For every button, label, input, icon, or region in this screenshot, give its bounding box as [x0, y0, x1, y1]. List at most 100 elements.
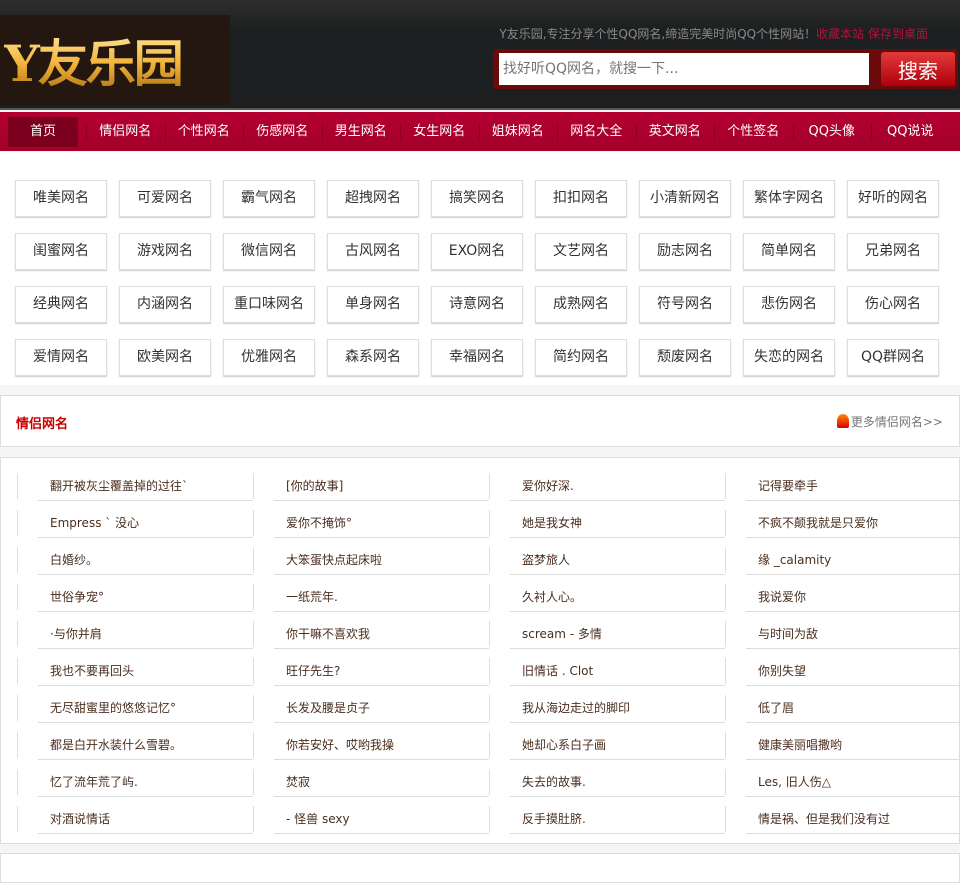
tag-link[interactable]: 重口味网名 [223, 286, 315, 323]
nickname-link[interactable]: 我也不要再回头 [50, 658, 134, 684]
nickname-link[interactable]: 长发及腰是贞子 [286, 695, 370, 721]
nickname-link[interactable]: scream - 多情 [522, 621, 602, 647]
tag-link[interactable]: 搞笑网名 [431, 180, 523, 217]
search-button[interactable]: 搜索 [881, 52, 955, 86]
tag-link[interactable]: 可爱网名 [119, 180, 211, 217]
tag-link[interactable]: 爱情网名 [15, 339, 107, 376]
nav-item[interactable]: 个性网名 [164, 117, 244, 147]
tag-link[interactable]: 文艺网名 [535, 233, 627, 270]
tag-link[interactable]: 扣扣网名 [535, 180, 627, 217]
nav-item[interactable]: 首页 [8, 116, 78, 147]
nickname-link[interactable]: 爱你不掩饰° [286, 510, 352, 536]
list-item: 健康美丽唱撒哟 [725, 732, 960, 760]
nickname-link[interactable]: Les, 旧人伤△ [758, 769, 831, 795]
nav-item[interactable]: 网名大全 [557, 117, 636, 147]
tag-link[interactable]: 繁体字网名 [743, 180, 835, 217]
tag-link[interactable]: 古风网名 [327, 233, 419, 270]
nav-item[interactable]: 男生网名 [321, 117, 401, 147]
nav-item[interactable]: 姐妹网名 [478, 117, 558, 147]
tag-link[interactable]: 好听的网名 [847, 180, 939, 217]
nickname-link[interactable]: 无尽甜蜜里的悠悠记忆° [50, 695, 176, 721]
tag-link[interactable]: 微信网名 [223, 233, 315, 270]
nickname-link[interactable]: 我从海边走过的脚印 [522, 695, 630, 721]
nickname-link[interactable]: 旺仔先生? [286, 658, 340, 684]
search-input[interactable] [499, 53, 869, 85]
nav-item[interactable]: 伤感网名 [243, 117, 322, 147]
nickname-link[interactable]: 久衬人心。 [522, 584, 582, 610]
tag-link[interactable]: 失恋的网名 [743, 339, 835, 376]
nickname-link[interactable]: 我说爱你 [758, 584, 806, 610]
list-item: 白婚纱。 [17, 547, 253, 575]
nickname-link[interactable]: [你的故事] [286, 473, 343, 499]
tag-link[interactable]: 诗意网名 [431, 286, 523, 323]
nickname-link[interactable]: 你干嘛不喜欢我 [286, 621, 370, 647]
tag-link[interactable]: 小清新网名 [639, 180, 731, 217]
tag-link[interactable]: 闺蜜网名 [15, 233, 107, 270]
tag-link[interactable]: 单身网名 [327, 286, 419, 323]
nickname-link[interactable]: 健康美丽唱撒哟 [758, 732, 842, 758]
nickname-link[interactable]: 大笨蛋快点起床啦 [286, 547, 382, 573]
tag-link[interactable]: 欧美网名 [119, 339, 211, 376]
nickname-link[interactable]: 低了眉 [758, 695, 794, 721]
nickname-link[interactable]: 忆了流年荒了屿. [50, 769, 138, 795]
nav-item[interactable]: QQ说说 [871, 117, 950, 147]
nickname-link[interactable]: ·与你并肩 [50, 621, 102, 647]
bookmark-link[interactable]: 收藏本站 [816, 27, 864, 41]
tag-link[interactable]: 内涵网名 [119, 286, 211, 323]
more-link-text[interactable]: 更多情侣网名>> [851, 415, 943, 429]
tag-link[interactable]: 霸气网名 [223, 180, 315, 217]
nickname-link[interactable]: 情是祸、但是我们没有过 [758, 806, 890, 832]
nickname-link[interactable]: 她却心系白子画 [522, 732, 606, 758]
tag-link[interactable]: 成熟网名 [535, 286, 627, 323]
tag-link[interactable]: EXO网名 [431, 233, 523, 270]
nav-item[interactable]: 女生网名 [400, 117, 479, 147]
nickname-link[interactable]: 反手摸肚脐. [522, 806, 586, 832]
tag-link[interactable]: 符号网名 [639, 286, 731, 323]
nickname-link[interactable]: 你别失望 [758, 658, 806, 684]
tag-link[interactable]: 悲伤网名 [743, 286, 835, 323]
nav-item[interactable]: 情侣网名 [86, 117, 165, 147]
tag-link[interactable]: 简单网名 [743, 233, 835, 270]
nickname-link[interactable]: 记得要牵手 [758, 473, 818, 499]
nickname-link[interactable]: - 怪兽 sexy [286, 806, 350, 832]
nav-item[interactable]: 英文网名 [635, 117, 715, 147]
nav-item[interactable]: QQ头像 [792, 117, 872, 147]
tag-link[interactable]: 颓废网名 [639, 339, 731, 376]
nav-item[interactable]: 个性签名 [714, 117, 793, 147]
nickname-link[interactable]: 爱你好深. [522, 473, 574, 499]
tag-link[interactable]: QQ群网名 [847, 339, 939, 376]
tag-link[interactable]: 森系网名 [327, 339, 419, 376]
list-item: 我也不要再回头 [17, 658, 253, 686]
nickname-link[interactable]: 一纸荒年. [286, 584, 338, 610]
nickname-link[interactable]: 与时间为敌 [758, 621, 818, 647]
tag-link[interactable]: 游戏网名 [119, 233, 211, 270]
nickname-link[interactable]: 不疯不颠我就是只爱你 [758, 510, 878, 536]
tag-link[interactable]: 优雅网名 [223, 339, 315, 376]
tag-link[interactable]: 励志网名 [639, 233, 731, 270]
tag-link[interactable]: 兄弟网名 [847, 233, 939, 270]
nickname-link[interactable]: 你若安好、哎哟我操 [286, 732, 394, 758]
list-item: 翻开被灰尘覆盖掉的过往` [17, 473, 253, 501]
nickname-link[interactable]: 翻开被灰尘覆盖掉的过往` [50, 473, 188, 499]
tag-link[interactable]: 简约网名 [535, 339, 627, 376]
tag-link[interactable]: 经典网名 [15, 286, 107, 323]
nickname-link[interactable]: Empress ` 没心 [50, 510, 139, 536]
nickname-link[interactable]: 旧情话 . Clot [522, 658, 593, 684]
tag-link[interactable]: 伤心网名 [847, 286, 939, 323]
tag-link[interactable]: 超拽网名 [327, 180, 419, 217]
nickname-link[interactable]: 白婚纱。 [50, 547, 98, 573]
nickname-link[interactable]: 缘 _calamity [758, 547, 831, 573]
nickname-link[interactable]: 盗梦旅人 [522, 547, 570, 573]
main-nav: 首页 情侣网名 个性网名 伤感网名 男生网名 女生网名 姐妹网名 网名大全 英文网名 个性签名 QQ… [0, 112, 960, 151]
site-logo[interactable]: Y友乐园 [0, 15, 230, 105]
nickname-link[interactable]: 对酒说情话 [50, 806, 110, 832]
nickname-link[interactable]: 她是我女神 [522, 510, 582, 536]
tag-link[interactable]: 唯美网名 [15, 180, 107, 217]
nickname-link[interactable]: 失去的故事. [522, 769, 586, 795]
more-link[interactable]: 更多情侣网名>> [836, 413, 943, 430]
nickname-link[interactable]: 世俗争宠° [50, 584, 104, 610]
nickname-link[interactable]: 焚寂 [286, 769, 310, 795]
tag-link[interactable]: 幸福网名 [431, 339, 523, 376]
save-desktop-link[interactable]: 保存到桌面 [868, 27, 928, 41]
nickname-link[interactable]: 都是白开水装什么雪碧。 [50, 732, 182, 758]
